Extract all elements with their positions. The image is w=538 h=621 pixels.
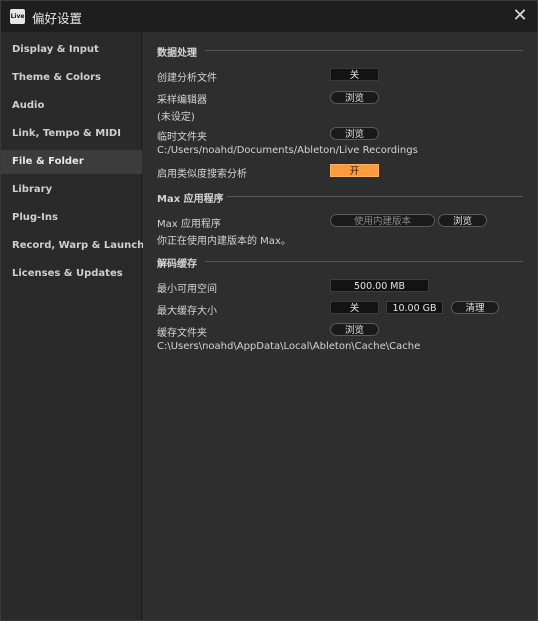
cache-folder-path: C:\Users\noahd\AppData\Local\Ableton\Cac… bbox=[157, 341, 421, 352]
max-cache-size-field[interactable]: 10.00 GB bbox=[386, 301, 443, 314]
sidebar-item-record-warp-launch[interactable]: Record, Warp & Launch bbox=[1, 234, 144, 258]
similarity-search-label: 启用类似度搜索分析 bbox=[157, 169, 247, 180]
window-title: 偏好设置 bbox=[32, 11, 83, 26]
close-icon[interactable]: ✕ bbox=[511, 7, 529, 25]
section-header-max-app: Max 应用程序 bbox=[157, 194, 224, 205]
sidebar: Display & Input Theme & Colors Audio Lin… bbox=[1, 32, 144, 620]
section-header-decode-cache: 解码缓存 bbox=[157, 259, 197, 270]
section-divider bbox=[205, 261, 523, 262]
sidebar-item-library[interactable]: Library bbox=[1, 178, 142, 202]
create-analysis-label: 创建分析文件 bbox=[157, 73, 217, 84]
similarity-search-toggle[interactable]: 开 bbox=[330, 164, 379, 177]
temp-folder-path: C:/Users/noahd/Documents/Ableton/Live Re… bbox=[157, 145, 418, 156]
cache-folder-browse-button[interactable]: 浏览 bbox=[330, 323, 379, 336]
preferences-content: 数据处理 创建分析文件 关 采样编辑器 浏览 (未设定) 临时文件夹 浏览 C:… bbox=[143, 32, 537, 620]
sidebar-item-theme-colors[interactable]: Theme & Colors bbox=[1, 66, 142, 90]
sidebar-item-file-folder[interactable]: File & Folder bbox=[1, 150, 142, 174]
sidebar-item-display-input[interactable]: Display & Input bbox=[1, 38, 142, 62]
cache-folder-label: 缓存文件夹 bbox=[157, 328, 207, 339]
max-cache-size-label: 最大缓存大小 bbox=[157, 306, 217, 317]
section-divider bbox=[205, 50, 523, 51]
sample-editor-label: 采样编辑器 bbox=[157, 95, 207, 106]
section-divider bbox=[227, 196, 523, 197]
temp-folder-browse-button[interactable]: 浏览 bbox=[330, 127, 379, 140]
sample-editor-browse-button[interactable]: 浏览 bbox=[330, 91, 379, 104]
create-analysis-toggle[interactable]: 关 bbox=[330, 68, 379, 81]
temp-folder-label: 临时文件夹 bbox=[157, 132, 207, 143]
max-cache-size-toggle[interactable]: 关 bbox=[330, 301, 379, 314]
max-app-info: 你正在使用内建版本的 Max。 bbox=[157, 236, 291, 247]
sidebar-item-audio[interactable]: Audio bbox=[1, 94, 142, 118]
min-free-space-label: 最小可用空间 bbox=[157, 284, 217, 295]
max-browse-button[interactable]: 浏览 bbox=[438, 214, 487, 227]
preferences-window: Live 偏好设置 ✕ Display & Input Theme & Colo… bbox=[0, 0, 538, 621]
sidebar-item-plug-ins[interactable]: Plug-Ins bbox=[1, 206, 142, 230]
title-bar: Live 偏好设置 ✕ bbox=[1, 1, 537, 32]
sample-editor-status: (未设定) bbox=[157, 112, 195, 123]
section-header-data-processing: 数据处理 bbox=[157, 48, 197, 59]
max-builtin-version-button[interactable]: 使用内建版本 bbox=[330, 214, 435, 227]
sidebar-item-licenses-updates[interactable]: Licenses & Updates bbox=[1, 262, 142, 286]
clear-cache-button[interactable]: 清理 bbox=[451, 301, 499, 314]
max-app-label: Max 应用程序 bbox=[157, 219, 221, 230]
live-app-icon: Live bbox=[10, 9, 25, 24]
sidebar-item-link-tempo-midi[interactable]: Link, Tempo & MIDI bbox=[1, 122, 142, 146]
min-free-space-field[interactable]: 500.00 MB bbox=[330, 279, 429, 292]
